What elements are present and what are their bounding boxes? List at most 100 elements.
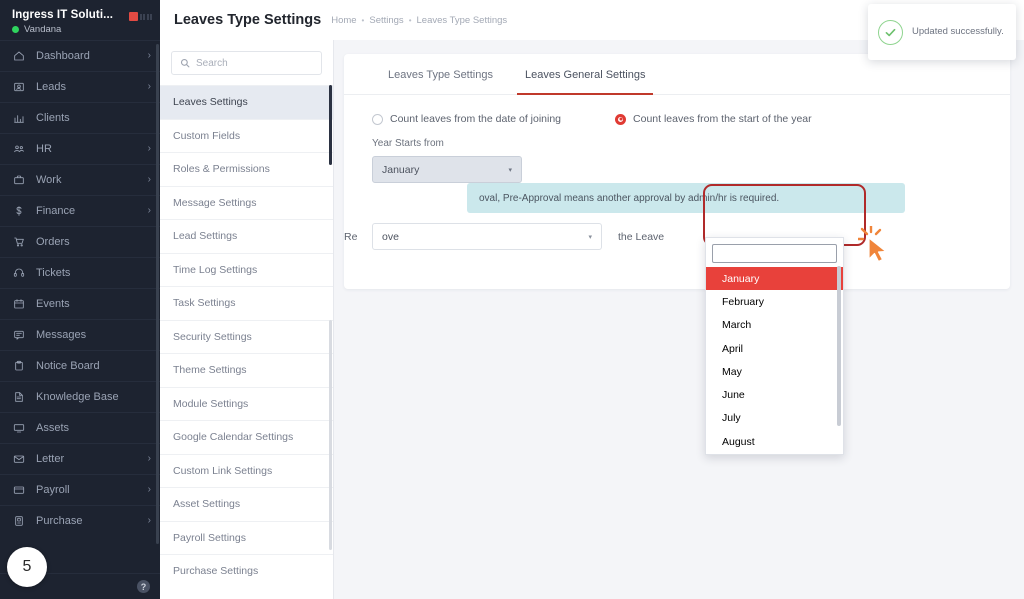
radio-indicator[interactable] xyxy=(615,113,627,125)
sidebar-item-label: Tickets xyxy=(36,267,71,279)
sidebar-item-label: Dashboard xyxy=(36,50,90,62)
settings-item-custom-fields[interactable]: Custom Fields xyxy=(160,118,333,153)
clipboard-icon xyxy=(13,360,29,372)
chevron-right-icon: › xyxy=(147,174,151,185)
user-name: Vandana xyxy=(24,24,62,35)
month-option-may[interactable]: May xyxy=(706,360,843,383)
sidebar-brand[interactable]: Ingress IT Soluti... Vandana xyxy=(0,0,160,40)
breadcrumb-separator: • xyxy=(408,15,412,25)
settings-card: Leaves Type Settings Leaves General Setti… xyxy=(344,54,1010,289)
month-option-february[interactable]: February xyxy=(706,290,843,313)
settings-search-input[interactable] xyxy=(196,57,313,69)
sidebar-item-label: Messages xyxy=(36,329,87,341)
month-option-august[interactable]: August xyxy=(706,430,843,453)
toast-message: Updated successfully. xyxy=(912,26,1004,37)
breadcrumb-separator: • xyxy=(361,15,365,25)
tab-leaves-general-settings[interactable]: Leaves General Settings xyxy=(509,54,661,95)
settings-item-roles-permissions[interactable]: Roles & Permissions xyxy=(160,152,333,186)
monitor-icon xyxy=(13,422,29,434)
sidebar-item-dashboard[interactable]: Dashboard › xyxy=(0,40,160,71)
sidebar-item-leads[interactable]: Leads › xyxy=(0,71,160,102)
month-option-july[interactable]: July xyxy=(706,407,843,430)
settings-item-task-settings[interactable]: Task Settings xyxy=(160,286,333,320)
sidebar-item-payroll[interactable]: Payroll › xyxy=(0,474,160,505)
app-root: Ingress IT Soluti... Vandana Dashboard › L… xyxy=(0,0,1024,599)
wallet-icon xyxy=(13,484,29,496)
settings-item-payroll-settings[interactable]: Payroll Settings xyxy=(160,520,333,555)
sidebar-item-work[interactable]: Work › xyxy=(0,164,160,195)
radio-option-0[interactable]: Count leaves from the date of joining xyxy=(372,113,561,125)
online-status-dot xyxy=(12,26,19,33)
sidebar-item-label: Notice Board xyxy=(36,360,100,372)
sidebar-item-events[interactable]: Events xyxy=(0,288,160,319)
cart-icon xyxy=(13,236,29,248)
settings-item-purchase-settings[interactable]: Purchase Settings xyxy=(160,554,333,588)
approval-info-banner: oval, Pre-Approval means another approva… xyxy=(467,183,905,213)
settings-item-message-settings[interactable]: Message Settings xyxy=(160,185,333,220)
month-option-list: January February March April May June July Augu… xyxy=(706,267,843,453)
sidebar-item-notice-board[interactable]: Notice Board xyxy=(0,350,160,381)
approval-select[interactable]: ove ▾ xyxy=(372,223,602,250)
chevron-right-icon: › xyxy=(147,205,151,216)
approval-info-text: oval, Pre-Approval means another approva… xyxy=(479,192,780,204)
breadcrumb-item[interactable]: Home xyxy=(331,15,356,26)
month-dropdown-scrollbar[interactable] xyxy=(837,266,841,426)
settings-item-custom-link-settings[interactable]: Custom Link Settings xyxy=(160,453,333,488)
sidebar-item-label: Payroll xyxy=(36,484,70,496)
month-option-april[interactable]: April xyxy=(706,337,843,360)
month-option-january[interactable]: January xyxy=(706,267,843,291)
settings-item-security-settings[interactable]: Security Settings xyxy=(160,319,333,354)
sidebar-nav: Dashboard › Leads › Clients HR › Work › Finance › O… xyxy=(0,40,160,536)
settings-item-google-calendar-settings[interactable]: Google Calendar Settings xyxy=(160,420,333,454)
sidebar-item-letter[interactable]: Letter › xyxy=(0,443,160,474)
settings-search-box[interactable] xyxy=(171,51,322,75)
radio-option-1[interactable]: Count leaves from the start of the year xyxy=(615,113,812,125)
tab-leaves-type-settings[interactable]: Leaves Type Settings xyxy=(372,54,509,94)
document-icon xyxy=(13,391,29,403)
sidebar-item-hr[interactable]: HR › xyxy=(0,133,160,164)
settings-item-leaves-settings[interactable]: Leaves Settings xyxy=(160,85,333,119)
leads-icon xyxy=(13,81,29,93)
settings-item-module-settings[interactable]: Module Settings xyxy=(160,386,333,421)
sidebar-item-clients[interactable]: Clients xyxy=(0,102,160,133)
sidebar-item-purchase[interactable]: Purchase › xyxy=(0,505,160,536)
approval-suffix-label: the Leave xyxy=(618,230,665,243)
month-dropdown: January February March April May June July Augu… xyxy=(705,237,844,455)
sidebar-scrollbar[interactable] xyxy=(156,44,159,544)
sidebar-item-knowledge-base[interactable]: Knowledge Base xyxy=(0,381,160,412)
clients-icon xyxy=(13,112,29,124)
sidebar-item-messages[interactable]: Messages xyxy=(0,319,160,350)
settings-item-theme-settings[interactable]: Theme Settings xyxy=(160,353,333,387)
settings-scrollbar-track[interactable] xyxy=(329,320,332,550)
settings-menu: Leaves Settings Custom Fields Roles & Perm… xyxy=(160,85,333,588)
year-start-select[interactable]: January ▾ xyxy=(372,156,522,183)
settings-item-lead-settings[interactable]: Lead Settings xyxy=(160,219,333,253)
settings-item-time-log-settings[interactable]: Time Log Settings xyxy=(160,252,333,287)
sidebar-item-label: Leads xyxy=(36,81,66,93)
month-option-march[interactable]: March xyxy=(706,314,843,337)
help-icon[interactable]: ? xyxy=(137,580,150,593)
sidebar-item-label: Knowledge Base xyxy=(36,391,119,403)
approval-prefix-label: Re xyxy=(344,230,358,243)
month-dropdown-search-input[interactable] xyxy=(712,244,837,263)
settings-item-asset-settings[interactable]: Asset Settings xyxy=(160,487,333,521)
sidebar-item-label: Finance xyxy=(36,205,76,217)
sidebar-item-tickets[interactable]: Tickets xyxy=(0,257,160,288)
people-icon xyxy=(13,143,29,155)
sidebar-item-label: HR xyxy=(36,143,52,155)
radio-indicator[interactable] xyxy=(372,113,383,125)
year-start-value: January xyxy=(382,163,420,176)
sidebar-item-label: Work xyxy=(36,174,62,186)
sidebar-item-assets[interactable]: Assets xyxy=(0,412,160,443)
sidebar-item-label: Clients xyxy=(36,112,70,124)
approval-select-value: ove xyxy=(382,230,399,243)
settings-scrollbar-thumb[interactable] xyxy=(329,85,332,165)
breadcrumb-item[interactable]: Settings xyxy=(369,15,403,26)
month-option-june[interactable]: June xyxy=(706,383,843,406)
toast-notification[interactable]: Updated successfully. xyxy=(868,4,1016,60)
step-indicator: 5 xyxy=(7,547,47,587)
main-region: Leaves Type Settings Home • Settings • Leave… xyxy=(160,0,1024,599)
tab-bar: Leaves Type Settings Leaves General Setti… xyxy=(344,54,1010,95)
sidebar-item-orders[interactable]: Orders xyxy=(0,226,160,257)
sidebar-item-finance[interactable]: Finance › xyxy=(0,195,160,226)
